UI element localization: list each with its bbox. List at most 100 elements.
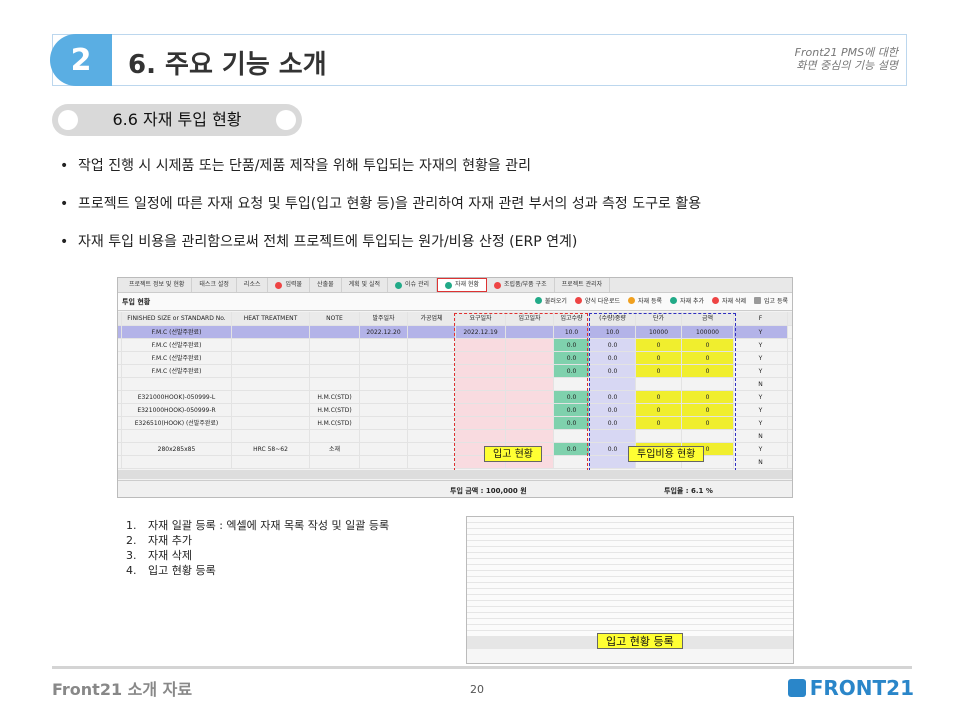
- delete-material-button[interactable]: 자재 삭제: [712, 296, 746, 305]
- table-cell: [408, 365, 456, 377]
- header-subtitle: Front21 PMS에 대한 화면 중심의 기능 설명: [795, 46, 898, 72]
- column-header[interactable]: 발주일자: [360, 312, 408, 325]
- toolbar-buttons: 불러오기 양식 다운로드 자재 등록 자재 추가 자재 삭제 입고 등록: [527, 296, 788, 305]
- table-cell: [310, 378, 360, 390]
- download-template-button[interactable]: 양식 다운로드: [574, 296, 620, 305]
- table-cell: Y: [734, 417, 788, 429]
- add-material-button[interactable]: 자재 추가: [670, 296, 704, 305]
- register-material-button[interactable]: 자재 등록: [628, 296, 662, 305]
- input-rate: 투입율 : 6.1 %: [664, 487, 713, 495]
- load-button[interactable]: 불러오기: [534, 296, 567, 305]
- total-amount: 투입 금액 : 100,000 원: [450, 487, 527, 495]
- receipt-register-label: 입고 현황 등록: [597, 633, 683, 649]
- table-cell: [360, 352, 408, 364]
- table-cell: [310, 339, 360, 351]
- menu-item[interactable]: 조립품/부품 구조: [487, 278, 555, 292]
- table-cell: [408, 456, 456, 468]
- table-cell: F.M.C (선발주완료): [122, 326, 232, 338]
- table-cell: [360, 365, 408, 377]
- section-number: 2: [50, 34, 112, 86]
- table-cell: [310, 365, 360, 377]
- column-header[interactable]: FINISHED SIZE or STANDARD No.: [122, 312, 232, 325]
- step-item: 1. 자재 일괄 등록 : 엑셀에 자재 목록 작성 및 일괄 등록: [126, 519, 390, 532]
- footer-divider: [52, 666, 912, 669]
- bullet-item: 작업 진행 시 시제품 또는 단품/제품 제작을 위해 투입되는 자재의 현황을…: [60, 156, 701, 194]
- table-cell: [232, 404, 310, 416]
- table-cell: [232, 352, 310, 364]
- menu-item[interactable]: 프로젝트 관리자: [555, 278, 611, 292]
- table-cell: [360, 456, 408, 468]
- menu-item[interactable]: 태스크 설정: [192, 278, 237, 292]
- column-header[interactable]: 가공업체: [408, 312, 456, 325]
- table-cell: E326510(HOOK) (선발주완료): [122, 417, 232, 429]
- table-cell: E321000HOOK)-050999-R: [122, 404, 232, 416]
- grid-footer: 투입 금액 : 100,000 원 투입율 : 6.1 %: [118, 480, 792, 497]
- check-icon: [445, 281, 453, 289]
- input-icon: [275, 281, 283, 289]
- table-cell: 2022.12.20: [360, 326, 408, 338]
- table-cell: H.M.C(STD): [310, 404, 360, 416]
- table-cell: Y: [734, 404, 788, 416]
- app-screenshot: 프로젝트 정보 및 현황 태스크 설정 리소스 입력물 산출물 계획 및 실적 …: [117, 277, 793, 498]
- table-cell: [360, 339, 408, 351]
- table-cell: [310, 352, 360, 364]
- menu-item[interactable]: 산출물: [310, 278, 342, 292]
- button-label: 양식 다운로드: [584, 298, 620, 305]
- receipt-screenshot-thumbnail: 입고 현황 등록: [466, 516, 794, 664]
- cost-status-label: 투입비용 현황: [628, 446, 705, 462]
- table-cell: [122, 378, 232, 390]
- table-cell: E321000HOOK)-050999-L: [122, 391, 232, 403]
- table-cell: [408, 352, 456, 364]
- bullet-list: 작업 진행 시 시제품 또는 단품/제품 제작을 위해 투입되는 자재의 현황을…: [60, 156, 701, 270]
- column-header[interactable]: NOTE: [310, 312, 360, 325]
- table-cell: [360, 417, 408, 429]
- table-cell: N: [734, 378, 788, 390]
- button-label: 자재 등록: [638, 298, 662, 305]
- plus-icon: [670, 297, 677, 304]
- table-cell: [232, 417, 310, 429]
- menu-label: 자재 현황: [455, 281, 480, 288]
- button-label: 자재 삭제: [722, 298, 746, 305]
- table-cell: [310, 430, 360, 442]
- column-header[interactable]: F: [734, 312, 788, 325]
- horizontal-scrollbar[interactable]: [118, 470, 792, 479]
- table-cell: F.M.C (선발주완료): [122, 339, 232, 351]
- logo-icon: [787, 679, 806, 697]
- menu-item-active[interactable]: 자재 현황: [437, 278, 488, 292]
- table-cell: [122, 456, 232, 468]
- table-cell: Y: [734, 365, 788, 377]
- table-cell: [232, 365, 310, 377]
- menu-label: 이슈 관리: [405, 281, 430, 288]
- menu-item[interactable]: 계획 및 실적: [342, 278, 389, 292]
- register-icon: [628, 297, 635, 304]
- table-cell: [408, 326, 456, 338]
- button-label: 자재 추가: [680, 298, 704, 305]
- table-cell: [232, 339, 310, 351]
- menu-item[interactable]: 입력물: [268, 278, 311, 292]
- table-cell: H.M.C(STD): [310, 417, 360, 429]
- step-list: 1. 자재 일괄 등록 : 엑셀에 자재 목록 작성 및 일괄 등록 2. 자재 추…: [126, 518, 389, 578]
- column-header[interactable]: HEAT TREATMENT: [232, 312, 310, 325]
- menu-item[interactable]: 이슈 관리: [388, 278, 438, 292]
- subtitle-line2: 화면 중심의 기능 설명: [796, 59, 898, 72]
- table-cell: Y: [734, 326, 788, 338]
- page-number: 20: [470, 683, 484, 696]
- menu-label: 조립품/부품 구조: [504, 281, 547, 288]
- table-cell: F.M.C (선발주완료): [122, 365, 232, 377]
- bullet-item: 자재 투입 비용을 관리함으로써 전체 프로젝트에 투입되는 원가/비용 산정 …: [60, 232, 701, 270]
- footer-title: Front21 소개 자료: [52, 680, 193, 699]
- page-title: 6. 주요 기능 소개: [128, 50, 327, 80]
- bullet-item: 프로젝트 일정에 따른 자재 요청 및 투입(입고 현황 등)을 관리하여 자재…: [60, 194, 701, 232]
- button-label: 입고 등록: [764, 298, 788, 305]
- register-receipt-button[interactable]: 입고 등록: [754, 296, 788, 305]
- table-cell: 280x285x85: [122, 443, 232, 455]
- subtitle-line1: Front21 PMS에 대한: [794, 46, 898, 59]
- table-cell: F.M.C (선발주완료): [122, 352, 232, 364]
- table-cell: [232, 378, 310, 390]
- table-cell: [360, 391, 408, 403]
- table-cell: HRC 58~62: [232, 443, 310, 455]
- menu-item[interactable]: 프로젝트 정보 및 현황: [122, 278, 193, 292]
- table-cell: [232, 430, 310, 442]
- table-cell: [408, 378, 456, 390]
- menu-item[interactable]: 리소스: [237, 278, 269, 292]
